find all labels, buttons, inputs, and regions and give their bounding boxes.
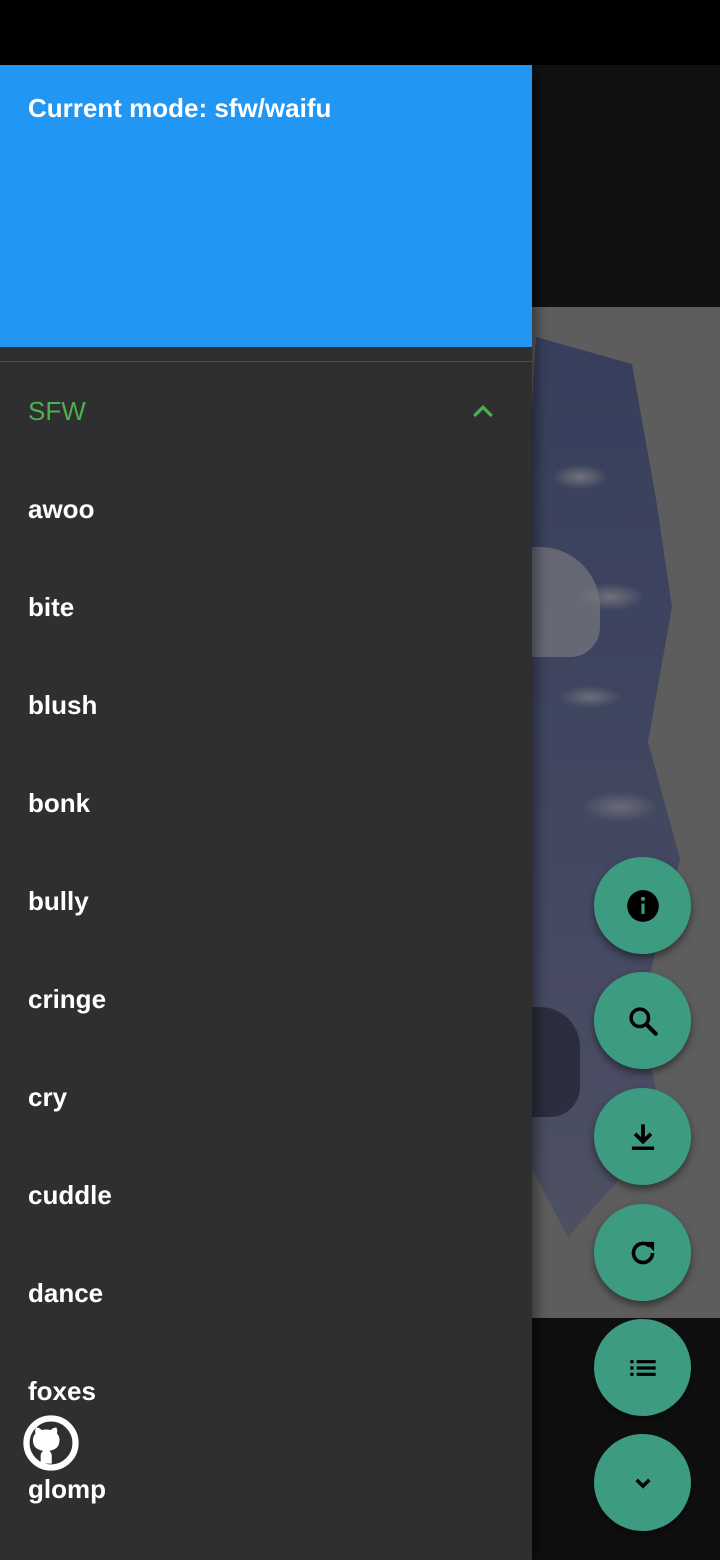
search-icon — [628, 1006, 658, 1036]
screen: Current mode: sfw/waifu SFW awoo bite bl… — [0, 0, 720, 1560]
current-mode-label: Current mode: sfw/waifu — [28, 93, 332, 123]
sfw-section-label: SFW — [28, 396, 86, 426]
category-item-bully[interactable]: bully — [0, 852, 532, 950]
github-icon[interactable] — [20, 1412, 82, 1474]
navigation-drawer: Current mode: sfw/waifu SFW awoo bite bl… — [0, 65, 532, 1560]
category-item-cringe[interactable]: cringe — [0, 950, 532, 1048]
category-item-cuddle[interactable]: cuddle — [0, 1146, 532, 1244]
category-item-cry[interactable]: cry — [0, 1048, 532, 1146]
list-button[interactable] — [594, 1319, 691, 1416]
chevron-down-icon — [634, 1478, 651, 1489]
download-icon — [631, 1123, 654, 1150]
category-item-bonk[interactable]: bonk — [0, 754, 532, 852]
download-button[interactable] — [594, 1088, 691, 1185]
category-item-blush[interactable]: blush — [0, 656, 532, 754]
refresh-icon — [631, 1241, 654, 1264]
refresh-button[interactable] — [594, 1204, 691, 1301]
info-icon — [626, 889, 659, 922]
search-button[interactable] — [594, 972, 691, 1069]
collapse-button[interactable] — [594, 1434, 691, 1531]
category-item-bite[interactable]: bite — [0, 558, 532, 656]
list-icon — [629, 1359, 656, 1376]
category-item-dance[interactable]: dance — [0, 1244, 532, 1342]
sfw-section-header[interactable]: SFW — [0, 362, 532, 460]
category-list: awoo bite blush bonk bully cringe cry cu… — [0, 460, 532, 1538]
category-item-awoo[interactable]: awoo — [0, 460, 532, 558]
status-bar — [0, 0, 720, 65]
info-button[interactable] — [594, 857, 691, 954]
chevron-up-icon — [473, 404, 493, 418]
drawer-header: Current mode: sfw/waifu — [0, 65, 532, 347]
